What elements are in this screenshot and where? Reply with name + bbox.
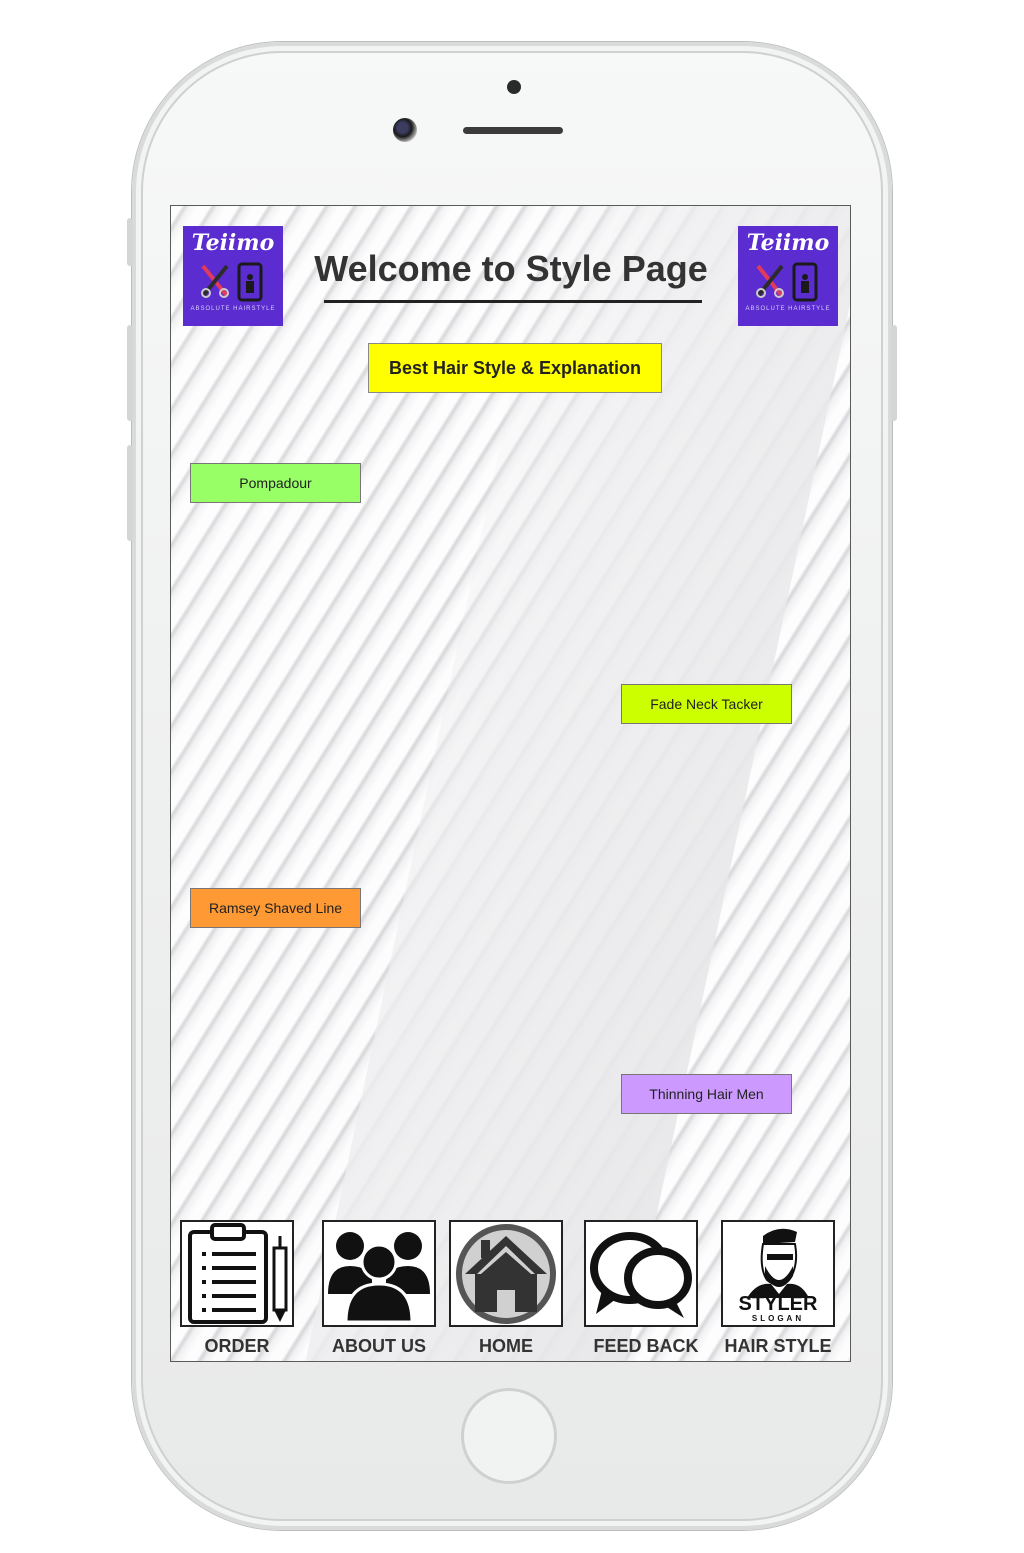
scissors-phone-icon [756,262,818,302]
nav-home-label: HOME [479,1336,533,1356]
nav-feedback-label: FEED BACK [593,1336,699,1356]
silent-switch [127,218,133,266]
volume-up-button [127,325,133,421]
people-icon [328,1232,430,1324]
chat-bubbles-icon [590,1232,692,1318]
nav-hair-style-label: HAIR STYLE [724,1336,832,1356]
nav-feedback-button[interactable] [584,1220,698,1327]
title-underline [324,300,702,303]
front-camera [393,118,417,142]
page-title: Welcome to Style Page [314,248,708,289]
proximity-sensor [507,80,521,94]
styler-logo-icon: STYLER SLOGAN [739,1228,818,1323]
styler-logo-subtext: SLOGAN [752,1314,804,1323]
nav-order-button[interactable] [180,1220,294,1327]
nav-hair-style-button[interactable]: STYLER SLOGAN [721,1220,835,1327]
scissors-phone-icon [201,262,263,302]
style-button-ramsey-shaved-line[interactable]: Ramsey Shaved Line [190,888,361,928]
logo-tagline: ABSOLUTE HAIRSTYLE [745,306,831,312]
volume-down-button [127,445,133,541]
nav-home-button[interactable] [449,1220,563,1327]
nav-order-label: ORDER [204,1336,270,1356]
brand-logo-left[interactable]: Teiimo ABSOLUTE HAIRSTYLE [183,226,283,326]
earpiece-speaker [463,127,563,134]
home-icon [456,1224,556,1324]
logo-brand-text: Teiimo [191,230,275,256]
home-hardware-button[interactable] [461,1388,557,1484]
nav-about-us-button[interactable] [322,1220,436,1327]
logo-brand-text: Teiimo [746,230,830,256]
style-button-thinning-hair-men[interactable]: Thinning Hair Men [621,1074,792,1114]
power-button [891,325,897,421]
logo-tagline: ABSOLUTE HAIRSTYLE [190,306,276,312]
app-screen: Teiimo ABSOLUTE HAIRSTYLE Welcome to Sty… [170,205,851,1362]
brand-logo-right[interactable]: Teiimo ABSOLUTE HAIRSTYLE [738,226,838,326]
style-button-pompadour[interactable]: Pompadour [190,463,361,503]
clipboard-icon [188,1223,288,1324]
nav-about-us-label: ABOUT US [332,1336,426,1356]
style-button-fade-neck-tacker[interactable]: Fade Neck Tacker [621,684,792,724]
styler-logo-text: STYLER [739,1293,818,1315]
tagline-banner: Best Hair Style & Explanation [368,343,662,393]
